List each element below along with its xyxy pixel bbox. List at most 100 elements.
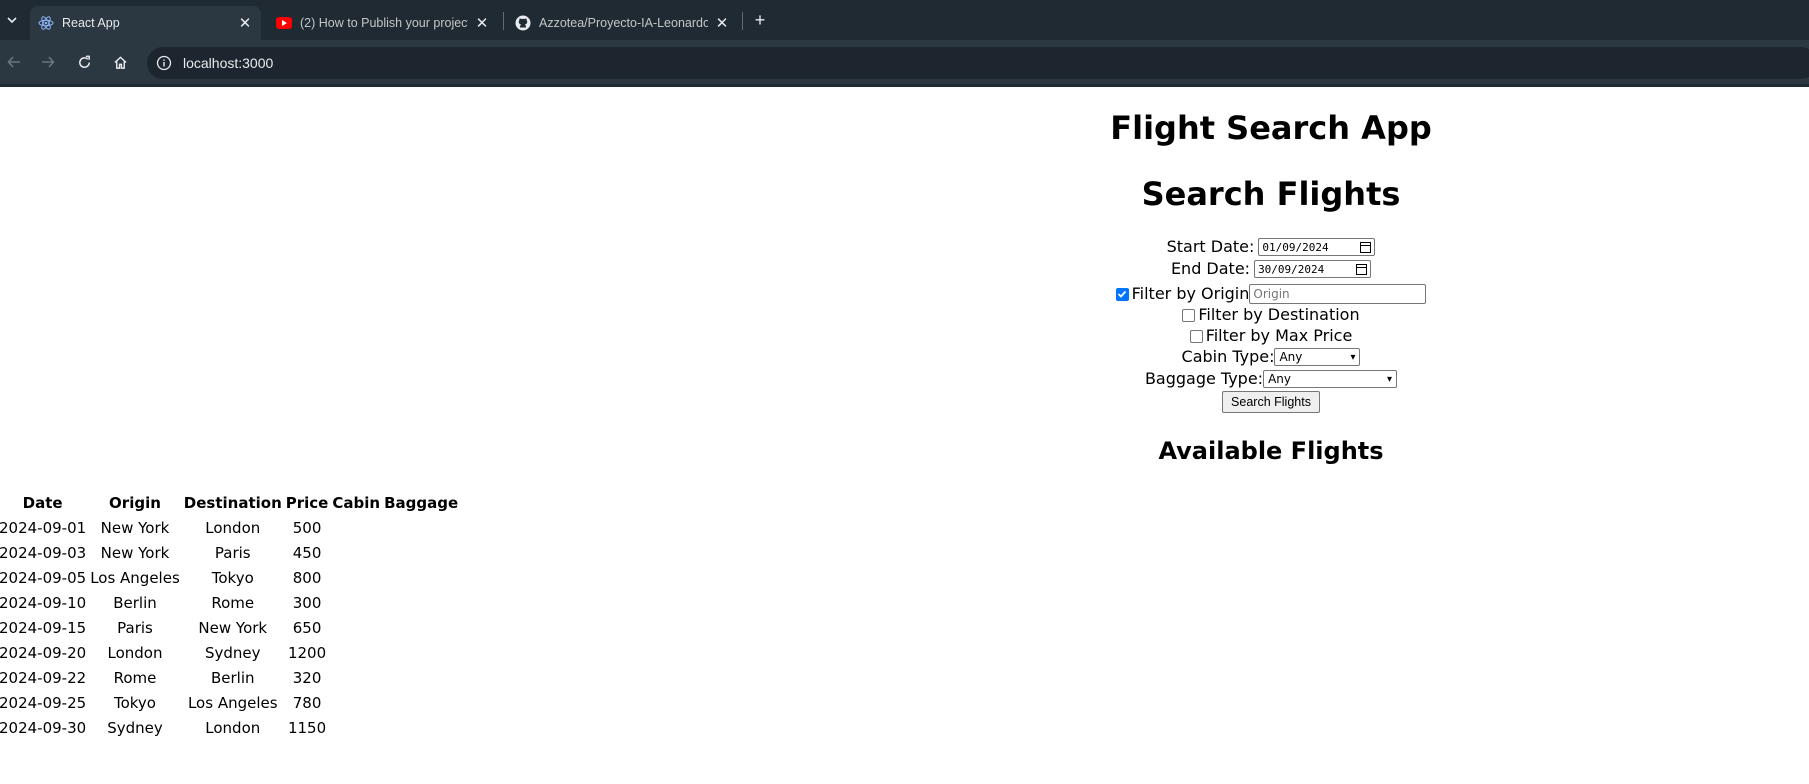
tab-title: Azzotea/Proyecto-IA-Leonardo xyxy=(539,16,708,30)
back-icon[interactable] xyxy=(2,50,26,74)
new-tab-icon[interactable]: + xyxy=(749,9,771,31)
cell-baggage xyxy=(383,566,459,589)
address-bar[interactable] xyxy=(147,47,1809,79)
tab-youtube[interactable]: (2) How to Publish your project ✕ xyxy=(268,6,498,40)
tab-title: (2) How to Publish your project xyxy=(300,16,468,30)
close-icon[interactable]: ✕ xyxy=(474,15,490,32)
reload-icon[interactable] xyxy=(72,50,96,74)
tab-title: React App xyxy=(62,16,120,30)
cell-destination: Tokyo xyxy=(211,568,254,587)
column-header-baggage: Baggage xyxy=(384,493,459,512)
cell-destination: Sydney xyxy=(204,643,261,662)
close-icon[interactable]: ✕ xyxy=(714,15,730,32)
cell-price: 450 xyxy=(292,543,322,562)
cell-price: 300 xyxy=(292,593,322,612)
cell-baggage xyxy=(383,691,459,714)
baggage-type-value: Any xyxy=(1268,372,1291,386)
origin-filter-row: Filter by Origin Origin xyxy=(900,284,1642,304)
cell-baggage xyxy=(383,641,459,664)
cell-origin: New York xyxy=(100,518,170,537)
table-row: 2024-09-22 Rome Berlin 320 xyxy=(0,666,459,689)
max-price-filter-label: Filter by Max Price xyxy=(1205,326,1353,345)
cell-date: 2024-09-20 xyxy=(0,643,87,662)
url-text: localhost:3000 xyxy=(183,55,274,71)
home-icon[interactable] xyxy=(108,50,132,74)
cell-origin: London xyxy=(107,643,163,662)
cell-cabin xyxy=(331,691,381,714)
page-title: Flight Search App xyxy=(1110,109,1432,147)
youtube-icon xyxy=(276,15,292,31)
cell-price: 500 xyxy=(292,518,322,537)
calendar-icon[interactable] xyxy=(1356,263,1368,275)
cell-price: 320 xyxy=(292,668,322,687)
cell-cabin xyxy=(331,541,381,564)
tab-search-icon[interactable] xyxy=(2,9,22,31)
table-row: 2024-09-05 Los Angeles Tokyo 800 xyxy=(0,566,459,589)
cell-baggage xyxy=(383,591,459,614)
baggage-type-select[interactable]: Any ▾ xyxy=(1263,370,1398,388)
cabin-type-label: Cabin Type: xyxy=(1181,347,1275,366)
max-price-filter-row: Filter by Max Price xyxy=(900,327,1642,345)
site-info-icon[interactable] xyxy=(156,55,172,71)
cell-cabin xyxy=(331,516,381,539)
cell-cabin xyxy=(331,566,381,589)
search-button-row: Search Flights xyxy=(900,391,1642,413)
calendar-icon[interactable] xyxy=(1360,241,1372,253)
column-header-price: Price xyxy=(285,493,329,512)
search-heading: Search Flights xyxy=(1141,175,1401,213)
start-date-input[interactable]: 01/09/2024 xyxy=(1258,238,1376,256)
cell-destination: London xyxy=(205,518,261,537)
cell-date: 2024-09-25 xyxy=(0,693,87,712)
browser-tab-strip: React App ✕ (2) How to Publish your proj… xyxy=(0,0,1809,40)
cell-origin: Berlin xyxy=(113,593,157,612)
search-flights-button[interactable]: Search Flights xyxy=(1222,391,1320,413)
cabin-type-select[interactable]: Any ▾ xyxy=(1274,348,1361,366)
cell-destination: London xyxy=(205,718,261,737)
cell-date: 2024-09-15 xyxy=(0,618,87,637)
flights-table-body: 2024-09-01 New York London 500 2024-09-03 New… xyxy=(0,516,459,739)
tab-separator xyxy=(503,12,504,30)
end-date-input[interactable]: 30/09/2024 xyxy=(1254,260,1372,278)
cell-baggage xyxy=(383,516,459,539)
destination-filter-row: Filter by Destination xyxy=(900,306,1642,324)
cell-price: 780 xyxy=(292,693,322,712)
cell-cabin xyxy=(331,616,381,639)
end-date-row: End Date: 30/09/2024 xyxy=(900,260,1642,278)
cell-cabin xyxy=(331,716,381,739)
cell-price: 650 xyxy=(292,618,322,637)
table-row: 2024-09-10 Berlin Rome 300 xyxy=(0,591,459,614)
tab-react-app[interactable]: React App ✕ xyxy=(30,6,261,40)
forward-icon[interactable] xyxy=(36,50,60,74)
cell-date: 2024-09-05 xyxy=(0,568,87,587)
origin-input[interactable]: Origin xyxy=(1249,284,1427,304)
cell-origin: Sydney xyxy=(107,718,163,737)
baggage-type-row: Baggage Type: Any ▾ xyxy=(900,370,1642,388)
cell-date: 2024-09-10 xyxy=(0,593,87,612)
destination-filter-checkbox[interactable] xyxy=(1182,308,1196,322)
column-header-destination: Destination xyxy=(183,493,282,512)
cell-baggage xyxy=(383,716,459,739)
cell-destination: New York xyxy=(198,618,268,637)
table-row: 2024-09-20 London Sydney 1200 xyxy=(0,641,459,664)
cell-baggage xyxy=(383,616,459,639)
max-price-filter-checkbox[interactable] xyxy=(1189,329,1203,343)
table-row: 2024-09-25 Tokyo Los Angeles 780 xyxy=(0,691,459,714)
cell-origin: Tokyo xyxy=(113,693,156,712)
baggage-type-label: Baggage Type: xyxy=(1144,369,1264,388)
cell-destination: Rome xyxy=(211,593,255,612)
chevron-down-icon: ▾ xyxy=(1387,373,1393,385)
cabin-type-value: Any xyxy=(1279,350,1303,364)
cell-origin: New York xyxy=(100,543,170,562)
close-icon[interactable]: ✕ xyxy=(237,15,253,32)
react-icon xyxy=(38,15,54,31)
cell-origin: Paris xyxy=(117,618,153,637)
start-date-row: Start Date: 01/09/2024 xyxy=(900,238,1642,256)
cell-date: 2024-09-01 xyxy=(0,518,87,537)
cabin-type-row: Cabin Type: Any ▾ xyxy=(900,348,1642,366)
cell-date: 2024-09-03 xyxy=(0,543,87,562)
flights-table: Date Origin Destination Price Cabin Bagg… xyxy=(0,489,461,741)
origin-filter-checkbox[interactable] xyxy=(1115,287,1129,301)
cell-cabin xyxy=(331,641,381,664)
tab-github[interactable]: Azzotea/Proyecto-IA-Leonardo ✕ xyxy=(507,6,738,40)
end-date-value: 30/09/2024 xyxy=(1258,262,1325,276)
